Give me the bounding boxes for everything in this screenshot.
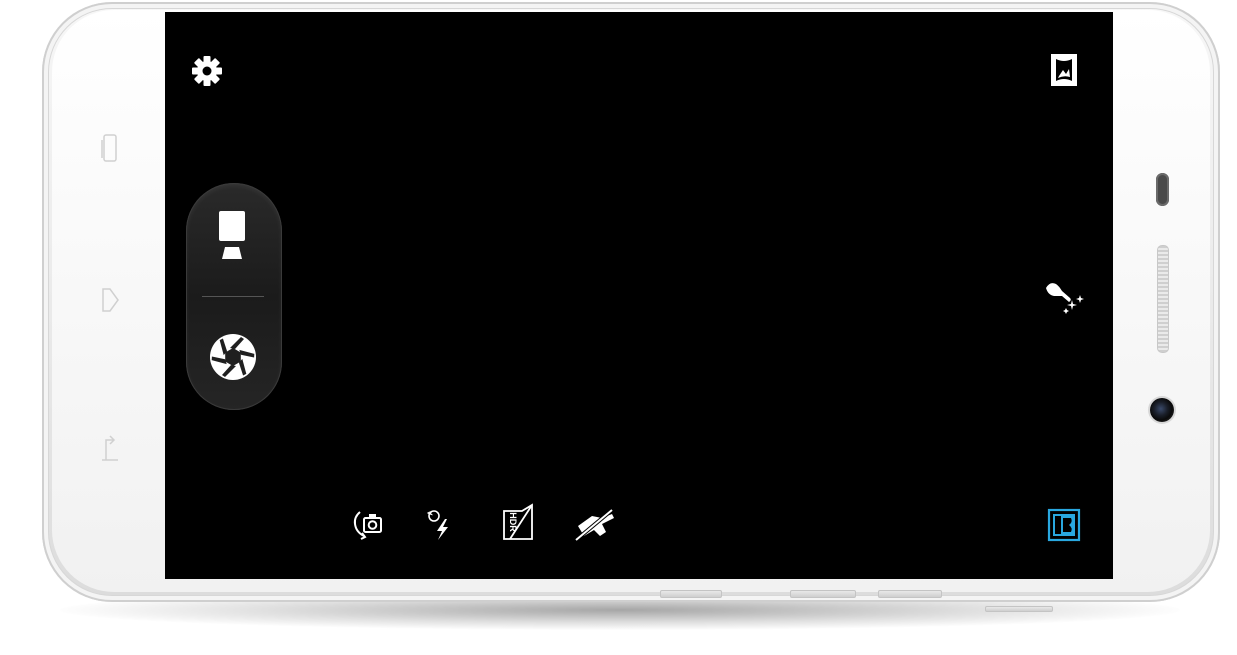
sensor-slot bbox=[1156, 173, 1169, 206]
front-camera bbox=[1150, 398, 1174, 422]
settings-gear-icon[interactable] bbox=[189, 53, 225, 89]
shutter-aperture-icon[interactable] bbox=[207, 331, 259, 383]
camera-viewfinder[interactable] bbox=[165, 12, 1113, 579]
gallery-thumbnail-icon[interactable] bbox=[1047, 508, 1081, 542]
flash-auto-label: A bbox=[427, 510, 435, 516]
night-mode-off-icon[interactable] bbox=[572, 506, 618, 542]
sim-tray bbox=[985, 606, 1053, 612]
power-button bbox=[878, 590, 942, 598]
hdr-icon[interactable] bbox=[500, 503, 536, 543]
hdr-label: HDR bbox=[508, 512, 518, 532]
switch-camera-icon[interactable] bbox=[352, 505, 388, 543]
volume-button bbox=[790, 590, 856, 598]
video-camera-icon[interactable] bbox=[216, 209, 248, 267]
volume-button bbox=[660, 590, 722, 598]
back-key-icon bbox=[102, 435, 118, 461]
home-key-icon bbox=[102, 288, 119, 312]
panorama-mode-icon[interactable] bbox=[1048, 52, 1080, 88]
speaker-grill bbox=[1157, 245, 1169, 353]
beauty-mode-icon[interactable] bbox=[1040, 278, 1086, 318]
recent-apps-key-icon bbox=[101, 134, 117, 162]
mode-divider bbox=[202, 296, 264, 297]
